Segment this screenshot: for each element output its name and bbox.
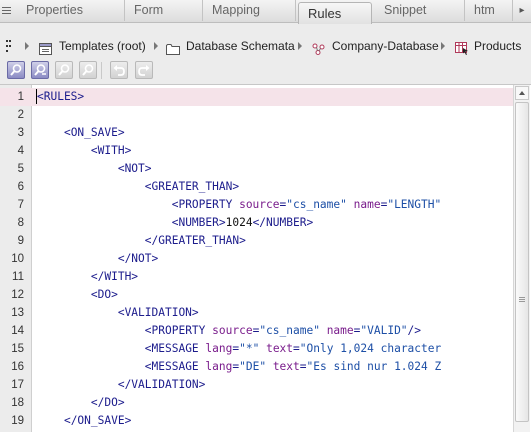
breadcrumb-label: Database Schemata [186,39,295,53]
line-number: 3 [17,127,24,139]
breadcrumb-handle-icon [6,39,12,56]
line-number: 9 [17,235,24,247]
redo-icon [138,65,150,76]
code-text: </NOT> [117,252,159,265]
code-text: <MESSAGE lang="*" text="Only 1,024 chara… [144,342,442,355]
tab-mapping[interactable]: Mapping [203,0,296,21]
tab-form[interactable]: Form [125,0,203,21]
code-line[interactable]: 6 <GREATER_THAN> [0,178,513,196]
code-line[interactable]: 2 [0,106,513,124]
breadcrumb-label: Company-Database [332,39,439,53]
redo-button[interactable] [135,61,153,79]
breadcrumb-separator-icon [441,42,445,50]
code-text: <RULES> [37,90,85,103]
line-number: 7 [17,199,24,211]
magnifier-icon [58,64,70,76]
tab-rules[interactable]: Rules [298,2,372,24]
tab-snippet[interactable]: Snippet [375,0,465,21]
magnifier-icon [10,64,22,76]
code-text: <DO> [90,288,118,301]
code-text: </DO> [90,396,125,409]
code-line[interactable]: 8 <NUMBER>1024</NUMBER> [0,214,513,232]
code-line[interactable]: 7 <PROPERTY source="cs_name" name="LENGT… [0,196,513,214]
tab-menu-icon[interactable] [2,4,16,18]
code-line[interactable]: 15 <MESSAGE lang="*" text="Only 1,024 ch… [0,340,513,358]
code-text: <WITH> [90,144,132,157]
code-line[interactable]: 1 <RULES> [0,88,513,106]
folder-icon [166,40,180,62]
line-number: 12 [11,289,24,301]
code-line[interactable]: 13 <VALIDATION> [0,304,513,322]
tab-bar: Properties Form Mapping Rules Snippet ht… [0,0,531,24]
code-line[interactable]: 9 </GREATER_THAN> [0,232,513,250]
breadcrumb: Templates (root) Database Schemata Compa… [0,35,531,57]
line-number: 10 [11,253,24,265]
code-text: <PROPERTY source="cs_name" name="LENGTH" [171,198,442,211]
toolbar-separator [101,62,102,79]
vertical-scrollbar[interactable] [513,85,530,432]
code-text: </GREATER_THAN> [144,234,246,247]
code-text: </VALIDATION> [117,378,206,391]
breadcrumb-separator-icon [298,42,302,50]
line-number: 4 [17,145,24,157]
line-number: 17 [11,379,24,391]
code-text: </WITH> [90,270,139,283]
code-text: <ON_SAVE> [63,126,125,139]
scrollbar-thumb[interactable] [515,102,529,422]
line-number: 5 [17,163,24,175]
code-line[interactable]: 12 <DO> [0,286,513,304]
undo-icon [113,65,125,76]
breadcrumb-label: Products [474,39,522,53]
line-number: 18 [11,397,24,409]
undo-button[interactable] [110,61,128,79]
line-number: 19 [11,415,24,427]
line-number: 2 [17,109,24,121]
tab-properties[interactable]: Properties [17,0,125,21]
code-text: <MESSAGE lang="DE" text="Es sind nur 1.0… [144,360,442,373]
line-number: 15 [11,343,24,355]
code-line[interactable]: 17 </VALIDATION> [0,376,513,394]
code-text: <PROPERTY source="cs_name" name="VALID"/… [144,324,422,337]
line-number: 8 [17,217,24,229]
editor-toolbar [0,60,531,82]
code-line[interactable]: 18 </DO> [0,394,513,412]
line-number: 6 [17,181,24,193]
code-line[interactable]: 19 </ON_SAVE> [0,412,513,430]
code-line[interactable]: 14 <PROPERTY source="cs_name" name="VALI… [0,322,513,340]
code-text: <VALIDATION> [117,306,199,319]
code-line[interactable]: 16 <MESSAGE lang="DE" text="Es sind nur … [0,358,513,376]
code-text: <NOT> [117,162,152,175]
scroll-up-icon[interactable] [515,86,529,100]
code-text: </ON_SAVE> [63,414,132,427]
search-button[interactable] [7,61,25,79]
database-schema-icon [312,40,326,62]
code-line[interactable]: 10 </NOT> [0,250,513,268]
code-text: <NUMBER>1024</NUMBER> [171,216,314,229]
line-number: 13 [11,307,24,319]
breadcrumb-label: Templates (root) [59,39,146,53]
tab-htm[interactable]: htm [465,0,513,21]
breadcrumb-separator-icon [154,42,158,50]
code-line[interactable]: 5 <NOT> [0,160,513,178]
code-line[interactable]: 4 <WITH> [0,142,513,160]
line-number: 1 [17,91,24,103]
line-number: 14 [11,325,24,337]
templates-icon [39,40,52,62]
magnifier-icon [82,64,94,76]
tab-scroll-right-icon[interactable]: ▸ [515,2,529,20]
search-replace-button[interactable] [31,61,49,79]
text-cursor [36,89,37,104]
magnifier-replace-icon [34,64,46,76]
code-line[interactable]: 11 </WITH> [0,268,513,286]
code-text: <GREATER_THAN> [144,180,240,193]
table-icon [455,40,469,62]
find-next-button[interactable] [55,61,73,79]
find-previous-button[interactable] [79,61,97,79]
code-line[interactable]: 3 <ON_SAVE> [0,124,513,142]
code-editor[interactable]: 1 <RULES> 2 3 <ON_SAVE> 4 <WITH> 5 <NOT> 6 <GR… [0,84,531,432]
line-number: 11 [12,271,24,283]
line-number: 16 [11,361,24,373]
breadcrumb-separator-icon [25,42,29,50]
